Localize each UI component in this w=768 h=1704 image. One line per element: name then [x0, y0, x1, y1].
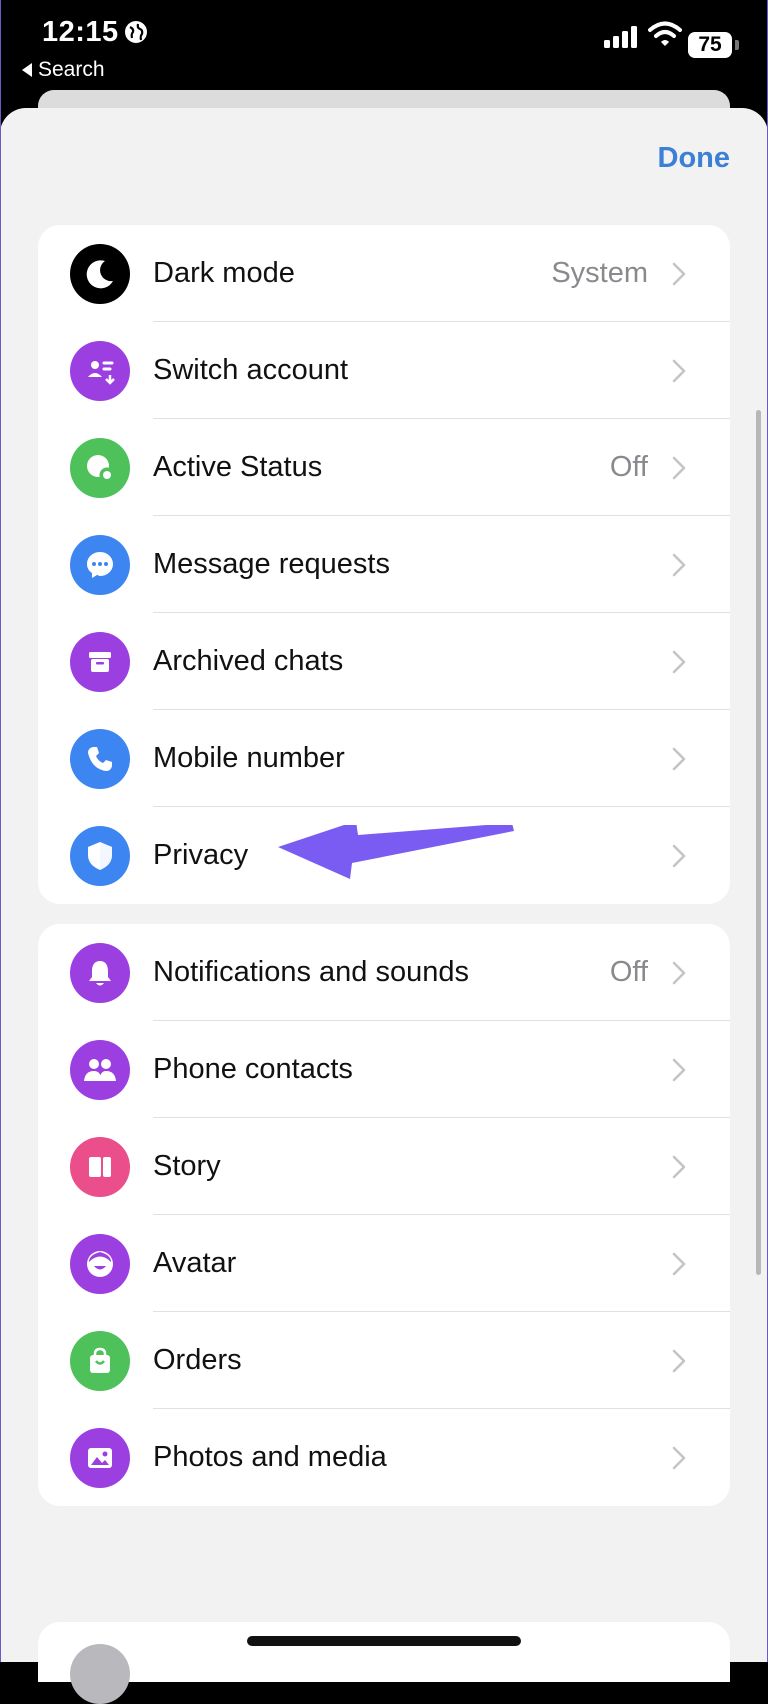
- back-triangle-icon: [22, 63, 32, 77]
- chevron-right-icon: [672, 961, 686, 985]
- settings-row-archived-chats[interactable]: Archived chats: [38, 613, 730, 710]
- bell-icon: [70, 943, 130, 1003]
- shield-icon: [70, 826, 130, 886]
- settings-row-label: Story: [153, 1150, 221, 1182]
- settings-row-orders[interactable]: Orders: [38, 1312, 730, 1409]
- settings-row-label: Active Status: [153, 451, 323, 483]
- settings-section-more: [38, 1622, 730, 1682]
- done-button[interactable]: Done: [658, 142, 731, 175]
- battery-level: 75: [698, 33, 722, 56]
- scrollbar[interactable]: [756, 410, 761, 1275]
- settings-row-dark-mode[interactable]: Dark mode System: [38, 225, 730, 322]
- battery-indicator: 75: [688, 32, 732, 58]
- chevron-right-icon: [672, 553, 686, 577]
- home-indicator[interactable]: [247, 1636, 521, 1646]
- status-bar: 12:15 Search 75: [0, 0, 768, 90]
- moon-icon: [70, 244, 130, 304]
- switch-account-icon: [70, 341, 130, 401]
- settings-row-value: System: [551, 257, 648, 289]
- settings-row-label: Dark mode: [153, 257, 295, 289]
- phone-icon: [70, 729, 130, 789]
- chevron-right-icon: [672, 1252, 686, 1276]
- settings-section-account: Dark mode System Switch account Active Stat…: [38, 225, 730, 904]
- settings-row-photos-and-media[interactable]: Photos and media: [38, 1409, 730, 1506]
- settings-row-label: Switch account: [153, 354, 349, 386]
- avatar-face-icon: [70, 1234, 130, 1294]
- settings-row-value: Off: [609, 451, 648, 483]
- settings-row-message-requests[interactable]: Message requests: [38, 516, 730, 613]
- back-to-search-link[interactable]: Search: [22, 58, 105, 82]
- chevron-right-icon: [672, 1058, 686, 1082]
- settings-row-story[interactable]: Story: [38, 1118, 730, 1215]
- settings-row-mobile-number[interactable]: Mobile number: [38, 710, 730, 807]
- chevron-right-icon: [672, 844, 686, 868]
- chevron-right-icon: [672, 1349, 686, 1373]
- archive-box-icon: [70, 632, 130, 692]
- people-icon: [70, 1040, 130, 1100]
- annotation-arrow-icon: [278, 825, 514, 879]
- settings-row-label: Phone contacts: [153, 1053, 353, 1085]
- settings-row-label: Archived chats: [153, 645, 344, 677]
- chevron-right-icon: [672, 262, 686, 286]
- cellular-signal-icon: [604, 26, 637, 48]
- settings-row-label: Notifications and sounds: [153, 956, 469, 988]
- settings-section-preferences: Notifications and sounds Off Phone contact…: [38, 924, 730, 1506]
- chevron-right-icon: [672, 1446, 686, 1470]
- globe-icon: [125, 21, 147, 43]
- battery-nub: [735, 40, 739, 50]
- settings-row-value: Off: [609, 956, 648, 988]
- settings-row-phone-contacts[interactable]: Phone contacts: [38, 1021, 730, 1118]
- status-time: 12:15: [42, 16, 119, 48]
- settings-row-label: Photos and media: [153, 1441, 387, 1473]
- settings-row-active-status[interactable]: Active Status Off: [38, 419, 730, 516]
- partial-row-icon: [70, 1644, 130, 1704]
- story-icon: [70, 1137, 130, 1197]
- settings-row-label: Privacy: [153, 839, 249, 871]
- settings-row-notifications-and-sounds[interactable]: Notifications and sounds Off: [38, 924, 730, 1021]
- settings-row-switch-account[interactable]: Switch account: [38, 322, 730, 419]
- settings-row-label: Message requests: [153, 548, 390, 580]
- message-bubble-icon: [70, 535, 130, 595]
- active-status-icon: [70, 438, 130, 498]
- back-search-label: Search: [38, 58, 105, 81]
- settings-row-label: Mobile number: [153, 742, 345, 774]
- chevron-right-icon: [672, 650, 686, 674]
- chevron-right-icon: [672, 747, 686, 771]
- settings-row-label: Orders: [153, 1344, 242, 1376]
- shopping-bag-icon: [70, 1331, 130, 1391]
- settings-row-avatar[interactable]: Avatar: [38, 1215, 730, 1312]
- chevron-right-icon: [672, 359, 686, 383]
- chevron-right-icon: [672, 456, 686, 480]
- wifi-icon: [648, 21, 682, 46]
- chevron-right-icon: [672, 1155, 686, 1179]
- settings-row-label: Avatar: [153, 1247, 237, 1279]
- photo-icon: [70, 1428, 130, 1488]
